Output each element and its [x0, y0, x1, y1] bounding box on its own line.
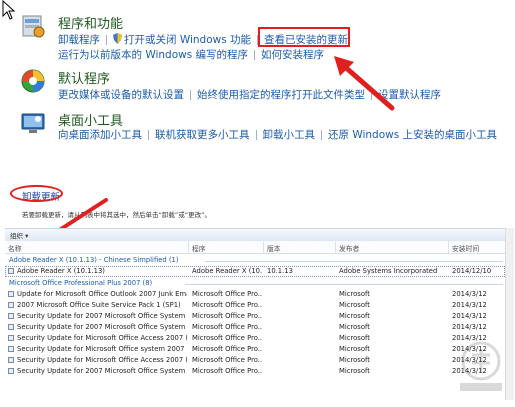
compatibility-link[interactable]: 运行为以前版本的 Windows 编写的程序 — [58, 49, 248, 61]
group-header-office[interactable]: Microsoft Office Professional Plus 2007 … — [5, 277, 505, 289]
how-to-install-link[interactable]: 如何安装程序 — [261, 49, 324, 61]
table-row[interactable]: Update for Microsoft Office Outlook 2007… — [5, 289, 505, 300]
organize-button[interactable]: 组织 ▾ — [10, 230, 28, 240]
table-row[interactable]: Security Update for 2007 Microsoft Offic… — [5, 311, 505, 322]
programs-icon — [22, 15, 45, 38]
default-programs-title[interactable]: 默认程序 — [58, 68, 110, 87]
shield-icon — [113, 33, 122, 44]
get-more-gadgets-link[interactable]: 联机获取更多小工具 — [155, 129, 250, 141]
annotation-arrow-icon — [334, 56, 395, 111]
table-row[interactable]: Security Update for 2007 Microsoft Offic… — [5, 366, 505, 377]
group-header-adobe[interactable]: Adobe Reader X (10.1.13) - Chinese Simpl… — [5, 254, 505, 266]
update-icon — [8, 335, 14, 341]
table-header: 名称 程序 版本 发布者 安装时间 — [5, 241, 505, 254]
column-header-publisher[interactable]: 发布者 — [339, 243, 359, 253]
mouse-cursor-icon — [2, 0, 16, 20]
table-row[interactable]: Adobe Reader X (10.1.13) Adobe Reader X … — [5, 266, 505, 277]
watermark-logo-icon — [460, 341, 502, 391]
change-media-defaults-link[interactable]: 更改媒体或设备的默认设置 — [58, 89, 184, 101]
update-icon — [8, 346, 14, 352]
update-icon — [8, 357, 14, 363]
update-icon — [8, 291, 14, 297]
table-row[interactable]: 2007 Microsoft Office Suite Service Pack… — [5, 300, 505, 311]
updates-table: 名称 程序 版本 发布者 安装时间 Adobe Reader X (10.1.1… — [5, 241, 505, 377]
column-header-version[interactable]: 版本 — [267, 243, 281, 253]
programs-title[interactable]: 程序和功能 — [58, 13, 123, 32]
column-header-program[interactable]: 程序 — [192, 243, 206, 253]
add-gadget-link[interactable]: 向桌面添加小工具 — [58, 129, 142, 141]
update-icon — [8, 302, 14, 308]
table-row[interactable]: Security Update for Microsoft Office Acc… — [5, 333, 505, 344]
table-row[interactable]: Security Update for Microsoft Office sys… — [5, 344, 505, 355]
column-header-install-date[interactable]: 安装时间 — [452, 243, 479, 253]
table-row[interactable]: Security Update for 2007 Microsoft Offic… — [5, 322, 505, 333]
update-icon — [8, 368, 14, 374]
default-programs-icon — [21, 69, 45, 93]
uninstall-program-link[interactable]: 卸载程序 — [58, 34, 100, 46]
programs-links-row2: 运行为以前版本的 Windows 编写的程序 如何安装程序 — [58, 47, 324, 62]
gadgets-links: 向桌面添加小工具 联机获取更多小工具 卸载小工具 还原 Windows 上安装的桌面小… — [58, 127, 497, 142]
update-icon — [8, 313, 14, 319]
table-row[interactable]: Security Update for Microsoft Office Acc… — [5, 355, 505, 366]
highlight-box — [258, 27, 350, 47]
desktop-gadgets-icon — [21, 113, 45, 133]
update-icon — [8, 268, 14, 274]
restore-gadgets-link[interactable]: 还原 Windows 上安装的桌面小工具 — [328, 129, 497, 141]
column-header-name[interactable]: 名称 — [8, 243, 22, 253]
toolbar: 组织 ▾ — [5, 228, 505, 242]
update-icon — [8, 324, 14, 330]
windows-features-link[interactable]: 打开或关闭 Windows 功能 — [124, 34, 251, 46]
uninstall-gadget-link[interactable]: 卸载小工具 — [263, 129, 316, 141]
